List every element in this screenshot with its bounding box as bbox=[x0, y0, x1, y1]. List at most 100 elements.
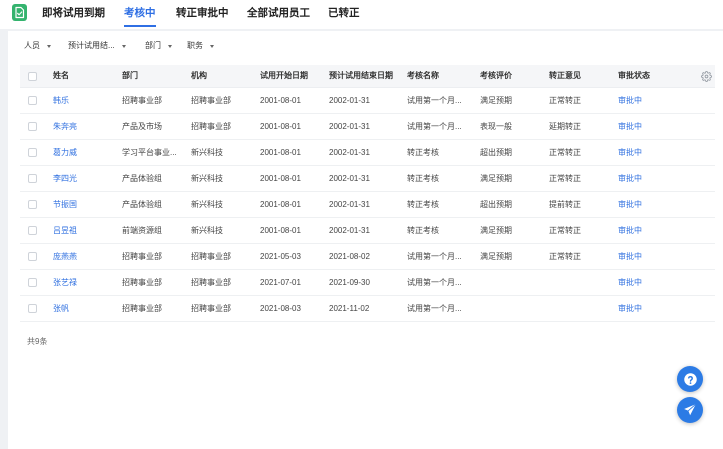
start-date-cell: 2001-08-01 bbox=[260, 173, 301, 183]
approval-status-link[interactable]: 审批中 bbox=[618, 96, 690, 106]
row-checkbox[interactable] bbox=[28, 252, 37, 261]
end-date-cell: 2002-01-31 bbox=[329, 173, 370, 183]
table-row[interactable]: 张艺禄 招聘事业部 招聘事业部 2021-07-01 2021-09-30 试用… bbox=[20, 270, 715, 296]
document-icon bbox=[12, 4, 27, 21]
start-date-cell: 2021-07-01 bbox=[260, 277, 301, 287]
send-button[interactable] bbox=[677, 397, 703, 423]
review-name-cell: 试用第一个月... bbox=[407, 251, 462, 261]
approval-status-link[interactable]: 审批中 bbox=[618, 226, 690, 236]
filter-person[interactable]: 人员 bbox=[24, 41, 51, 51]
help-button[interactable] bbox=[677, 366, 703, 392]
department-cell: 前端资源组 bbox=[122, 225, 162, 235]
review-name-cell: 转正考核 bbox=[407, 173, 439, 183]
table-row[interactable]: 庞燕燕 招聘事业部 招聘事业部 2021-05-03 2021-08-02 试用… bbox=[20, 244, 715, 270]
column-header-review-rating: 考核评价 bbox=[480, 71, 512, 80]
approval-status-link[interactable]: 审批中 bbox=[618, 148, 690, 158]
approval-status-link[interactable]: 审批中 bbox=[618, 304, 690, 314]
tab-approval-pending[interactable]: 转正审批中 bbox=[176, 3, 229, 27]
approval-status-link[interactable]: 审批中 bbox=[618, 122, 690, 132]
review-rating-cell: 满足预期 bbox=[480, 95, 512, 105]
organization-cell: 招聘事业部 bbox=[191, 277, 231, 287]
table-row[interactable]: 李四光 产品体验组 新兴科技 2001-08-01 2002-01-31 转正考… bbox=[20, 166, 715, 192]
top-bar: 即将试用到期 考核中 转正审批中 全部试用员工 已转正 bbox=[0, 0, 723, 29]
organization-cell: 新兴科技 bbox=[191, 173, 223, 183]
table-header: 姓名 部门 机构 试用开始日期 预计试用结束日期 考核名称 考核评价 转正意见 … bbox=[20, 65, 715, 88]
table-row[interactable]: 张帆 招聘事业部 招聘事业部 2021-08-03 2021-11-02 试用第… bbox=[20, 296, 715, 322]
column-header-start-date: 试用开始日期 bbox=[260, 71, 308, 80]
tab-under-review[interactable]: 考核中 bbox=[124, 3, 156, 27]
opinion-cell: 正常转正 bbox=[549, 95, 581, 105]
employee-table: 姓名 部门 机构 试用开始日期 预计试用结束日期 考核名称 考核评价 转正意见 … bbox=[20, 65, 715, 322]
opinion-cell: 正常转正 bbox=[549, 225, 581, 235]
table-body: 韩乐 招聘事业部 招聘事业部 2001-08-01 2002-01-31 试用第… bbox=[20, 88, 715, 322]
review-name-cell: 转正考核 bbox=[407, 199, 439, 209]
approval-status-link[interactable]: 审批中 bbox=[618, 174, 690, 184]
organization-cell: 新兴科技 bbox=[191, 147, 223, 157]
filter-department[interactable]: 部门 bbox=[145, 41, 172, 51]
table-row[interactable]: 节振国 产品体验组 新兴科技 2001-08-01 2002-01-31 转正考… bbox=[20, 192, 715, 218]
department-cell: 产品及市场 bbox=[122, 121, 162, 131]
table-row[interactable]: 吕昱祖 前端资源组 新兴科技 2001-08-01 2002-01-31 转正考… bbox=[20, 218, 715, 244]
start-date-cell: 2021-08-03 bbox=[260, 303, 301, 313]
select-all-checkbox[interactable] bbox=[28, 71, 37, 81]
review-name-cell: 试用第一个月... bbox=[407, 303, 462, 313]
table-row[interactable]: 韩乐 招聘事业部 招聘事业部 2001-08-01 2002-01-31 试用第… bbox=[20, 88, 715, 114]
review-name-cell: 转正考核 bbox=[407, 147, 439, 157]
filter-expected-end[interactable]: 预计试用结... bbox=[68, 41, 126, 51]
employee-name-link[interactable]: 节振国 bbox=[53, 200, 122, 210]
opinion-cell: 延期转正 bbox=[549, 121, 581, 131]
end-date-cell: 2002-01-31 bbox=[329, 199, 370, 209]
start-date-cell: 2001-08-01 bbox=[260, 199, 301, 209]
employee-name-link[interactable]: 韩乐 bbox=[53, 96, 122, 106]
end-date-cell: 2002-01-31 bbox=[329, 225, 370, 235]
start-date-cell: 2021-05-03 bbox=[260, 251, 301, 261]
column-header-status: 审批状态 bbox=[618, 71, 650, 80]
chevron-down-icon bbox=[47, 44, 51, 48]
organization-cell: 招聘事业部 bbox=[191, 121, 231, 131]
tab-all-probation[interactable]: 全部试用员工 bbox=[247, 3, 310, 27]
start-date-cell: 2001-08-01 bbox=[260, 121, 301, 131]
filter-position[interactable]: 职务 bbox=[187, 41, 214, 51]
row-checkbox[interactable] bbox=[28, 122, 37, 131]
department-cell: 产品体验组 bbox=[122, 173, 162, 183]
opinion-cell: 正常转正 bbox=[549, 147, 581, 157]
organization-cell: 新兴科技 bbox=[191, 199, 223, 209]
organization-cell: 新兴科技 bbox=[191, 225, 223, 235]
tab-expiring-soon[interactable]: 即将试用到期 bbox=[42, 3, 105, 27]
gear-icon[interactable] bbox=[701, 70, 712, 82]
row-checkbox[interactable] bbox=[28, 96, 37, 105]
column-header-end-date: 预计试用结束日期 bbox=[329, 71, 393, 80]
employee-name-link[interactable]: 张艺禄 bbox=[53, 278, 122, 288]
column-header-opinion: 转正意见 bbox=[549, 71, 581, 80]
row-checkbox[interactable] bbox=[28, 304, 37, 313]
row-checkbox[interactable] bbox=[28, 174, 37, 183]
table-row[interactable]: 朱奔亮 产品及市场 招聘事业部 2001-08-01 2002-01-31 试用… bbox=[20, 114, 715, 140]
review-name-cell: 试用第一个月... bbox=[407, 121, 462, 131]
column-header-name: 姓名 bbox=[53, 71, 69, 80]
approval-status-link[interactable]: 审批中 bbox=[618, 252, 690, 262]
row-checkbox[interactable] bbox=[28, 278, 37, 287]
table-row[interactable]: 葛力威 学习平台事业... 新兴科技 2001-08-01 2002-01-31… bbox=[20, 140, 715, 166]
chevron-down-icon bbox=[168, 44, 172, 48]
approval-status-link[interactable]: 审批中 bbox=[618, 200, 690, 210]
row-checkbox[interactable] bbox=[28, 226, 37, 235]
tab-converted[interactable]: 已转正 bbox=[328, 3, 360, 27]
review-name-cell: 试用第一个月... bbox=[407, 95, 462, 105]
employee-name-link[interactable]: 庞燕燕 bbox=[53, 252, 122, 262]
chevron-down-icon bbox=[210, 44, 214, 48]
employee-name-link[interactable]: 张帆 bbox=[53, 304, 122, 314]
employee-name-link[interactable]: 李四光 bbox=[53, 174, 122, 184]
row-checkbox[interactable] bbox=[28, 200, 37, 209]
approval-status-link[interactable]: 审批中 bbox=[618, 278, 690, 288]
review-rating-cell: 超出预期 bbox=[480, 199, 512, 209]
end-date-cell: 2021-08-02 bbox=[329, 251, 370, 261]
department-cell: 招聘事业部 bbox=[122, 277, 162, 287]
end-date-cell: 2002-01-31 bbox=[329, 121, 370, 131]
employee-name-link[interactable]: 吕昱祖 bbox=[53, 226, 122, 236]
employee-name-link[interactable]: 朱奔亮 bbox=[53, 122, 122, 132]
employee-name-link[interactable]: 葛力威 bbox=[53, 148, 122, 158]
filter-label: 预计试用结... bbox=[68, 41, 115, 50]
review-name-cell: 试用第一个月... bbox=[407, 277, 462, 287]
help-icon bbox=[683, 372, 697, 386]
row-checkbox[interactable] bbox=[28, 148, 37, 157]
